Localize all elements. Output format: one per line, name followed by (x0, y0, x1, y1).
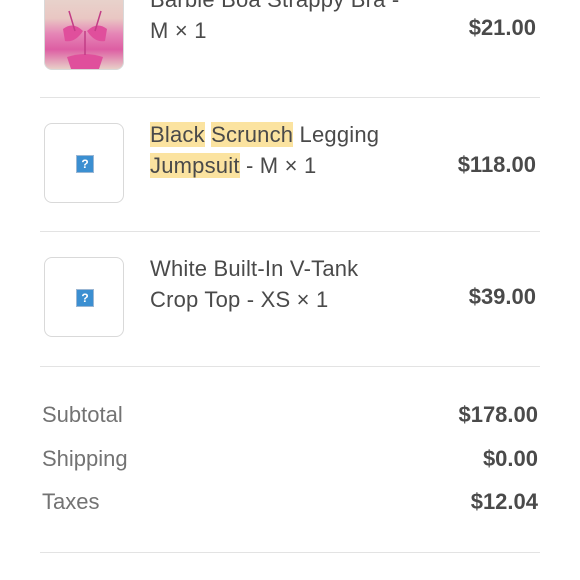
product-title-line: Black Scrunch Legging (150, 119, 440, 150)
search-highlight: Jumpsuit (150, 153, 240, 178)
product-price: $21.00 (468, 15, 536, 40)
missing-image-icon: ? (76, 155, 94, 173)
missing-image-icon: ? (76, 289, 94, 307)
order-summary: Barbie Boa Strappy Bra - M × 1 $21.00 ? … (0, 0, 580, 580)
product-name: Barbie Boa Strappy Bra - M × 1 (150, 0, 440, 46)
product-title-word: Legging (299, 122, 380, 147)
product-price: $39.00 (468, 284, 536, 309)
product-image-placeholder: ? (44, 123, 124, 203)
divider (40, 366, 540, 367)
taxes-row: Taxes $12.04 (42, 489, 538, 519)
product-title-line: Jumpsuit - M × 1 (150, 150, 440, 181)
product-name: White Built-In V-Tank Crop Top - XS × 1 (150, 253, 440, 315)
search-highlight: Black (150, 122, 205, 147)
product-title: White Built-In V-Tank (150, 256, 359, 281)
product-image-placeholder: ? (44, 257, 124, 337)
product-variant-qty: Crop Top - XS × 1 (150, 287, 329, 312)
taxes-value: $12.04 (470, 489, 538, 514)
divider (40, 552, 540, 553)
shipping-value: $0.00 (482, 446, 538, 471)
subtotal-value: $178.00 (458, 402, 538, 427)
shipping-row: Shipping $0.00 (42, 446, 538, 476)
product-photo (63, 10, 107, 69)
subtotal-label: Subtotal (42, 402, 123, 427)
line-item: ? Black Scrunch Legging Jumpsuit - M × 1… (40, 98, 540, 230)
product-price: $118.00 (457, 152, 536, 177)
product-variant-qty: M × 1 (150, 18, 207, 43)
product-name: Black Scrunch Legging Jumpsuit - M × 1 (150, 119, 440, 181)
shipping-label: Shipping (42, 446, 128, 471)
search-highlight: Scrunch (211, 122, 294, 147)
line-item: Barbie Boa Strappy Bra - M × 1 $21.00 (40, 0, 540, 95)
product-variant-qty: - M × 1 (239, 153, 317, 178)
taxes-label: Taxes (42, 489, 100, 514)
line-item: ? White Built-In V-Tank Crop Top - XS × … (40, 232, 540, 364)
product-image-bra (44, 0, 124, 70)
product-title: Barbie Boa Strappy Bra - (150, 0, 440, 15)
subtotal-row: Subtotal $178.00 (42, 402, 538, 432)
